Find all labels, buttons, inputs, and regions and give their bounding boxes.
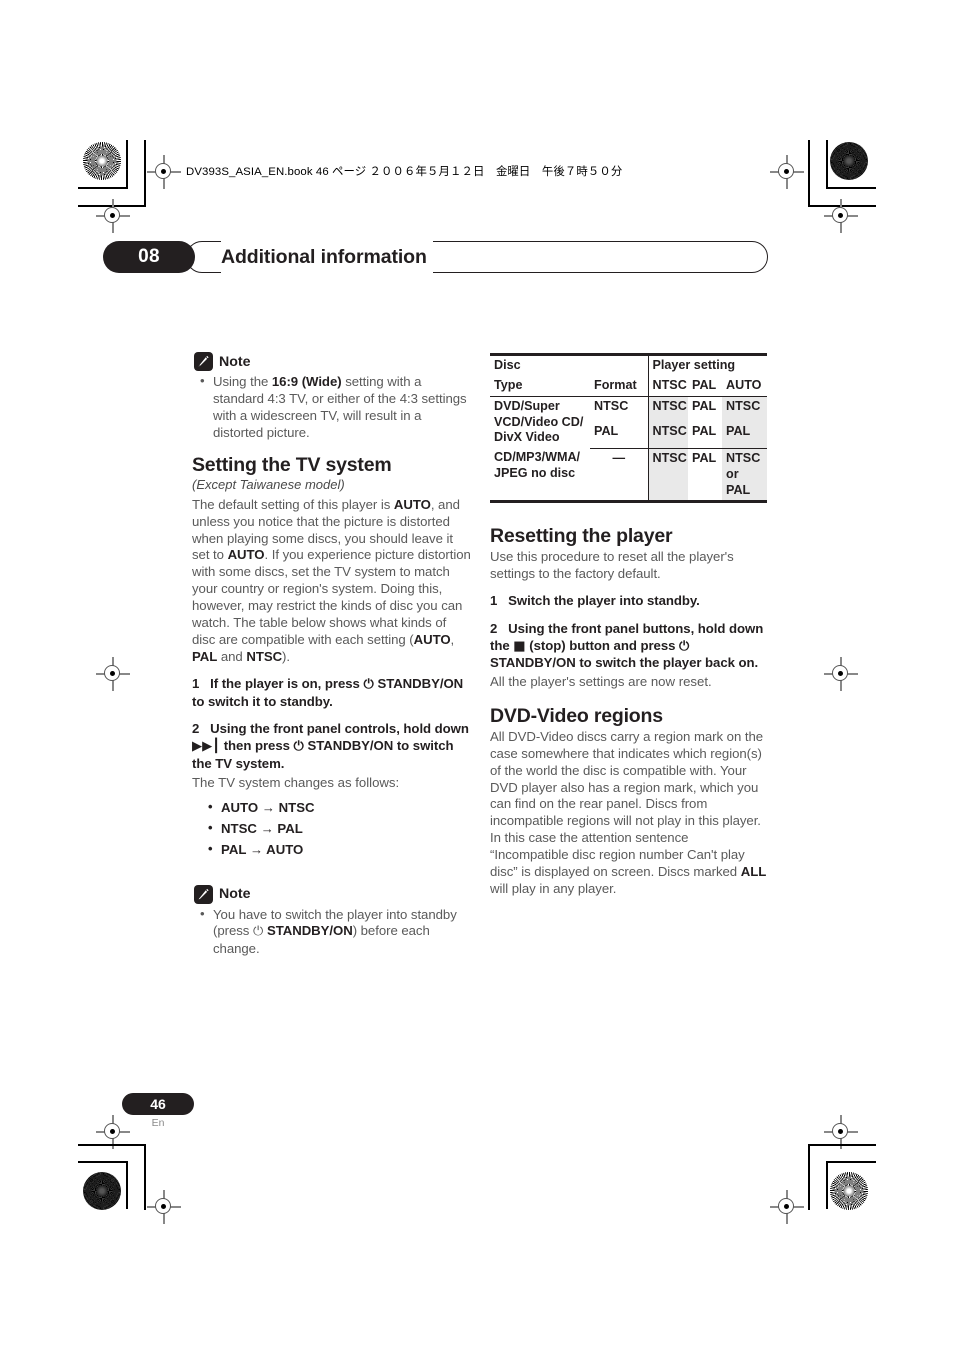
cell-pal: PAL	[688, 448, 722, 504]
registration-rosette-top-left	[83, 142, 121, 180]
crop-mark-bottom-left-h	[78, 1161, 128, 1163]
registration-rosette-bottom-right	[830, 1172, 868, 1210]
header-spacer	[590, 352, 648, 376]
section-heading-setting-tv-system: Setting the TV system	[192, 453, 392, 476]
cell-disc-type: DVD/Super VCD/Video CD/ DivX Video	[494, 398, 584, 445]
crop-mark-bottom-left-v2	[144, 1144, 146, 1210]
regions-body: All DVD-Video discs carry a region mark …	[490, 728, 767, 896]
registration-cross-bottom-right	[770, 1190, 804, 1224]
note-header: Note	[194, 884, 472, 904]
table-header-row-1: Disc Player setting	[490, 352, 768, 376]
header-format: Format	[590, 375, 648, 397]
section-intro-paragraph: The default setting of this player is AU…	[192, 496, 471, 664]
section-heading-resetting-player: Resetting the player	[490, 525, 673, 548]
crop-mark-top-left-v2	[144, 140, 146, 206]
crop-mark-top-right-v2	[808, 140, 810, 206]
section-subheading: (Except Taiwanese model)	[192, 477, 345, 493]
registration-cross-right-upper	[824, 199, 858, 233]
registration-cross-right-middle	[824, 657, 858, 691]
header-player-setting: Player setting	[647, 352, 768, 376]
note-label: Note	[219, 886, 251, 903]
reset-step-1: 1 Switch the player into standby.	[490, 593, 768, 610]
transition-item: AUTO → NTSC	[208, 797, 472, 819]
step-text: If the player is on, press ⏻ STANDBY/ON …	[192, 675, 464, 709]
cell-auto: NTSC or PAL	[722, 448, 768, 504]
step-number: 2	[192, 721, 200, 737]
registration-cross-left-middle	[96, 657, 130, 691]
table-header-row-2: Type Format NTSC PAL AUTO	[490, 375, 768, 397]
note-list: You have to switch the player into stand…	[192, 906, 472, 959]
step-number: 2	[490, 620, 498, 636]
header-col-auto: AUTO	[722, 375, 768, 397]
crop-mark-bottom-left-v	[126, 1161, 128, 1209]
table-row: DVD/Super VCD/Video CD/ DivX Video NTSC …	[490, 396, 768, 444]
section-heading-dvd-video-regions: DVD-Video regions	[490, 705, 663, 728]
chapter-number-badge: 08	[103, 241, 195, 273]
chapter-title: Additional information	[221, 241, 433, 273]
crop-mark-bottom-right-h2	[808, 1144, 876, 1146]
crop-mark-top-left-h	[78, 187, 128, 189]
cell-format: —	[590, 448, 648, 504]
cell-auto: PAL	[722, 422, 768, 449]
cell-format: NTSC	[594, 398, 629, 413]
step-1: 1 If the player is on, press ⏻ STANDBY/O…	[192, 676, 472, 711]
crop-mark-bottom-left-h2	[78, 1144, 146, 1146]
step-2-followup-text: The TV system changes as follows:	[192, 775, 400, 791]
note-header: Note	[194, 352, 472, 371]
page-language-code: En	[151, 1117, 165, 1129]
registration-rosette-top-right	[830, 142, 868, 180]
pencil-note-icon	[194, 352, 213, 371]
note-label: Note	[219, 353, 251, 370]
header-col-pal: PAL	[688, 375, 722, 397]
right-column: Disc Player setting Type Format NTSC PAL…	[490, 352, 768, 908]
step-number: 1	[192, 675, 200, 691]
step-text: Using the front panel buttons, hold down…	[490, 620, 764, 671]
transition-item: PAL → AUTO	[208, 839, 472, 861]
cell-pal: PAL	[688, 422, 722, 449]
header-type: Type	[490, 375, 590, 397]
reset-step-2: 2 Using the front panel buttons, hold do…	[490, 621, 768, 673]
transition-item: NTSC → PAL	[208, 818, 472, 840]
step-text: Switch the player into standby.	[508, 592, 700, 608]
chapter-header: 08 Additional information	[103, 241, 768, 273]
left-column: Note Using the 16:9 (Wide) setting with …	[192, 352, 472, 970]
step-2: 2 Using the front panel controls, hold d…	[192, 721, 472, 773]
header-col-ntsc: NTSC	[647, 375, 688, 397]
registration-cross-top-left	[147, 155, 181, 189]
disc-compatibility-table: Disc Player setting Type Format NTSC PAL…	[490, 352, 768, 504]
note-block-bottom: Note You have to switch the player into …	[192, 884, 472, 959]
registration-rosette-bottom-left	[83, 1172, 121, 1210]
crop-mark-bottom-right-v	[826, 1161, 828, 1209]
cell-pal: PAL	[692, 398, 717, 413]
page-number-badge: 46	[122, 1093, 194, 1115]
registration-cross-top-right	[770, 155, 804, 189]
note-block-top: Note Using the 16:9 (Wide) setting with …	[192, 352, 472, 442]
registration-cross-bottom-left	[147, 1190, 181, 1224]
crop-mark-top-right-h	[826, 187, 876, 189]
crop-mark-bottom-right-h	[826, 1161, 876, 1163]
crop-mark-top-right-v	[826, 140, 828, 188]
resetting-closing-text: All the player's settings are now reset.	[490, 674, 712, 690]
cell-ntsc: NTSC	[647, 422, 688, 449]
table-row: CD/MP3/WMA/ JPEG no disc — NTSC PAL NTSC…	[490, 448, 768, 504]
cell-ntsc: NTSC	[647, 396, 688, 423]
resetting-intro: Use this procedure to reset all the play…	[490, 548, 734, 581]
print-file-header: DV393S_ASIA_EN.book 46 ページ ２００６年５月１２日 金曜…	[186, 166, 623, 178]
crop-mark-top-left-v	[126, 140, 128, 188]
note-item: Using the 16:9 (Wide) setting with a sta…	[200, 373, 472, 442]
cell-auto: NTSC	[722, 396, 768, 423]
tv-system-transition-list: AUTO → NTSC NTSC → PAL PAL → AUTO	[192, 797, 472, 861]
cell-ntsc: NTSC	[647, 448, 688, 504]
step-text: Using the front panel controls, hold dow…	[192, 721, 469, 772]
cell-disc-type: CD/MP3/WMA/ JPEG no disc	[490, 448, 590, 504]
step-number: 1	[490, 592, 498, 608]
note-item: You have to switch the player into stand…	[200, 906, 472, 959]
note-list: Using the 16:9 (Wide) setting with a sta…	[192, 373, 472, 442]
crop-mark-bottom-right-v2	[808, 1144, 810, 1210]
pencil-note-icon	[194, 884, 213, 904]
cell-format: PAL	[590, 422, 648, 449]
registration-cross-left-upper	[96, 199, 130, 233]
header-disc: Disc	[490, 352, 590, 376]
